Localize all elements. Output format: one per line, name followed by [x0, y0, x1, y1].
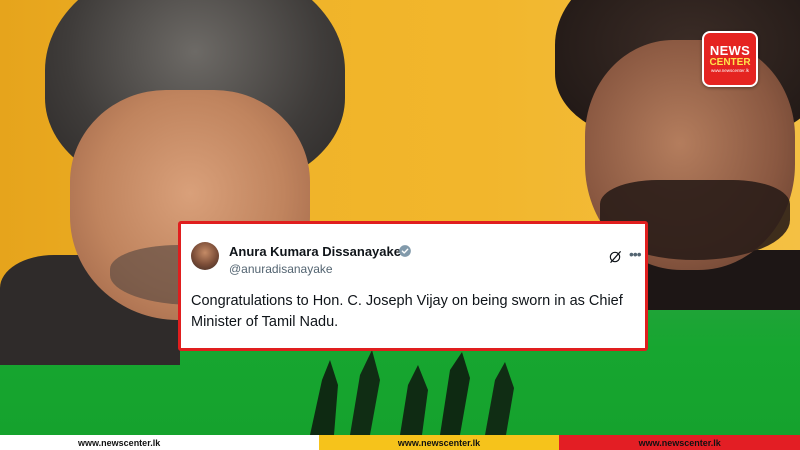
logo-line-news: NEWS: [709, 43, 751, 58]
x-logo-icon[interactable]: [608, 250, 622, 264]
logo-line-center: CENTER: [709, 57, 751, 68]
news-center-logo: NEWS CENTER www.newscenter.lk: [702, 31, 758, 87]
footer-url-left[interactable]: www.newscenter.lk: [0, 435, 319, 450]
author-avatar[interactable]: [191, 242, 219, 270]
background-image: [0, 0, 800, 435]
author-name[interactable]: Anura Kumara Dissanayake: [229, 244, 401, 259]
footer-url-right[interactable]: www.newscenter.lk: [559, 435, 800, 450]
tweet-text: Congratulations to Hon. C. Joseph Vijay …: [191, 293, 623, 330]
footer-strip: www.newscenter.lk www.newscenter.lk www.…: [0, 435, 800, 450]
author-handle[interactable]: @anuradisanayake: [229, 262, 333, 276]
tweet-card[interactable]: Anura Kumara Dissanayake @anuradisanayak…: [178, 221, 648, 351]
more-options-icon[interactable]: •••: [629, 247, 642, 261]
footer-url-center[interactable]: www.newscenter.lk: [318, 435, 560, 450]
logo-line-url: www.newscenter.lk: [710, 68, 749, 73]
verified-badge-icon: [399, 245, 411, 257]
silhouette-mural: [310, 350, 514, 435]
